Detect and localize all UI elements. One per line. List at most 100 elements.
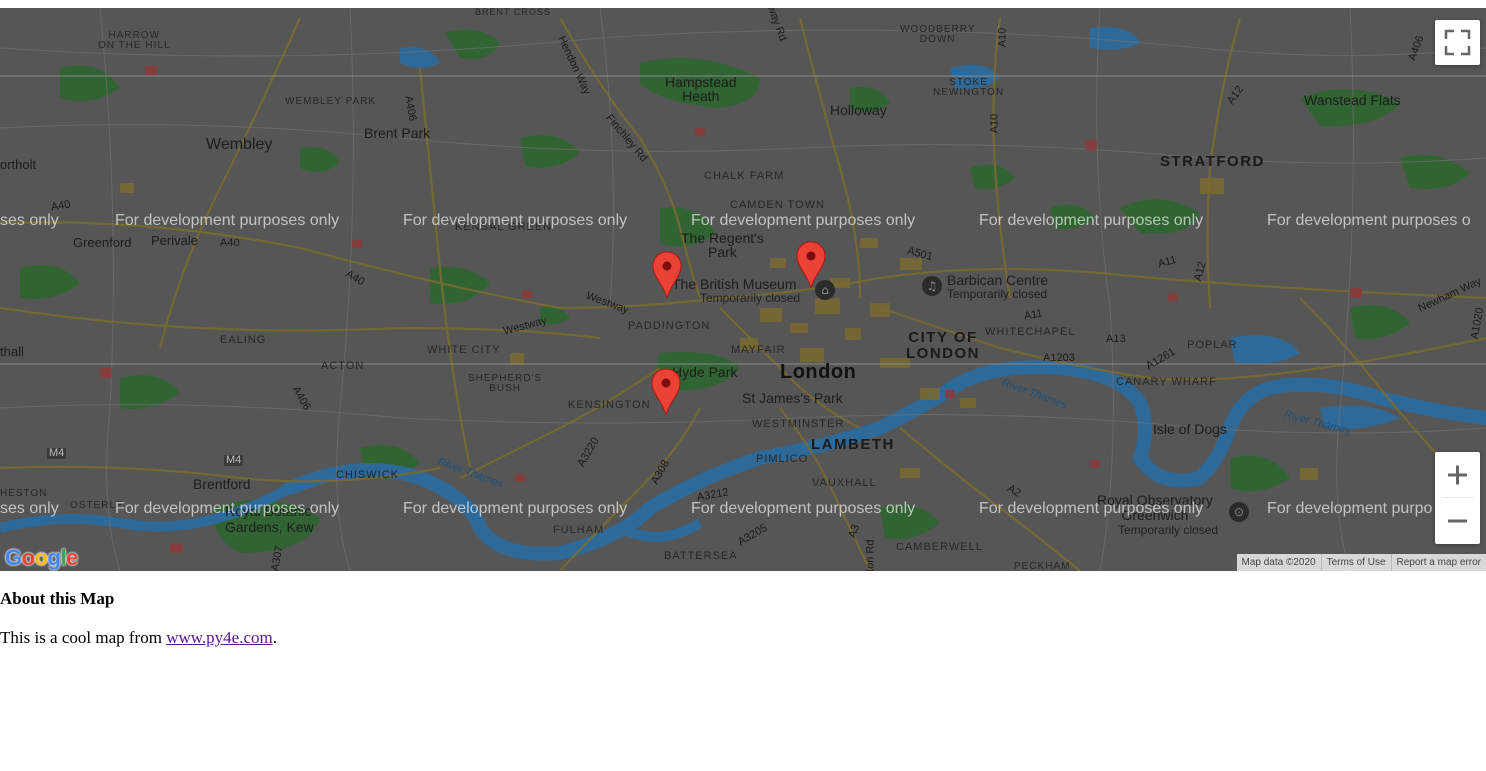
place-label-british-museum-status: Temporarily closed — [700, 291, 801, 305]
place-label-battersea: BATTERSEA — [664, 550, 738, 562]
place-label-camden-town: CAMDEN TOWN — [730, 199, 825, 211]
place-label-southall: thall — [0, 344, 24, 359]
dev-watermark: For development purposes only — [691, 500, 916, 517]
place-label-canary-wharf: CANARY WHARF — [1116, 376, 1217, 388]
dev-watermark: For development purposes only — [115, 212, 340, 229]
about-text-suffix: . — [272, 628, 277, 647]
road-label-m4: M4 — [224, 454, 244, 466]
place-label-paddington: PADDINGTON — [628, 320, 711, 332]
fullscreen-icon — [1444, 29, 1471, 56]
observatory-icon: ⊙ — [1229, 502, 1249, 522]
place-label-harrow: HARROW ON THE HILL — [98, 30, 171, 51]
map-attribution: Map data ©2020 Terms of Use Report a map… — [1236, 554, 1486, 571]
map-pin-icon — [652, 251, 682, 299]
dev-watermark: For development purposes only — [979, 500, 1204, 517]
place-label-royal-observatory-status: Temporarily closed — [1118, 523, 1219, 537]
place-label-white-city: WHITE CITY — [427, 344, 501, 356]
road-label-a13: A13 — [1106, 333, 1126, 345]
place-label-kensington: KENSINGTON — [568, 399, 651, 411]
place-label-northolt: ortholt — [0, 157, 37, 172]
report-map-error-link[interactable]: Report a map error — [1390, 554, 1486, 571]
google-logo-letter: o — [34, 545, 48, 570]
road-label-m4: M4 — [47, 447, 67, 459]
place-label-hampstead-heath: Hampstead Heath — [665, 74, 737, 104]
dev-watermark: For development purposes o — [1267, 212, 1471, 229]
google-logo-letter: g — [47, 545, 61, 570]
zoom-control — [1435, 452, 1480, 544]
dev-watermark: For development purposes only — [403, 500, 628, 517]
google-logo-letter: e — [66, 545, 78, 570]
place-label-camberwell: CAMBERWELL — [896, 541, 983, 553]
place-label-st-james-park: St James's Park — [742, 390, 843, 406]
place-label-poplar: POPLAR — [1187, 339, 1238, 351]
place-label-pimlico: PIMLICO — [756, 453, 809, 465]
place-label-fulham: FULHAM — [553, 524, 605, 536]
place-label-barbican-centre: Barbican Centre — [947, 272, 1049, 288]
dev-watermark: For development purposes only — [403, 212, 628, 229]
place-label-whitechapel: WHITECHAPEL — [985, 326, 1076, 338]
map-marker[interactable] — [651, 368, 681, 416]
terms-of-use-link[interactable]: Terms of Use — [1320, 554, 1391, 571]
place-label-chalk-farm: CHALK FARM — [704, 170, 785, 182]
road-label-a40: A40 — [220, 237, 240, 249]
dev-watermark: For development purpo — [1267, 500, 1433, 517]
place-label-wembley-park: WEMBLEY PARK — [285, 96, 377, 107]
place-label-mayfair: MAYFAIR — [731, 344, 786, 356]
place-label-heston: HESTON — [0, 488, 48, 499]
dev-watermark: For development purposes only — [979, 212, 1204, 229]
place-label-london: London — [780, 361, 857, 383]
google-logo-letter: G — [5, 545, 22, 570]
minus-icon — [1448, 519, 1467, 523]
place-label-stratford: STRATFORD — [1160, 153, 1265, 170]
place-label-brent-cross: BRENT CROSS — [475, 8, 551, 17]
place-label-wembley: Wembley — [206, 136, 273, 153]
place-label-isle-of-dogs: Isle of Dogs — [1153, 421, 1227, 437]
road-label-a1203: A1203 — [1043, 352, 1075, 364]
map-pin-icon — [651, 368, 681, 416]
place-label-regents-park: The Regent's Park — [681, 230, 764, 260]
place-label-lambeth: LAMBETH — [811, 436, 895, 453]
road-label-a10: A10 — [988, 113, 1001, 134]
dev-watermark: ses only — [0, 212, 59, 229]
place-label-westminster: WESTMINSTER — [752, 418, 845, 430]
place-label-hyde-park: Hyde Park — [672, 364, 738, 380]
place-label-brentford: Brentford — [193, 476, 251, 492]
dev-watermark: For development purposes only — [691, 212, 916, 229]
dev-watermark: For development purposes only — [115, 500, 340, 517]
place-label-perivale: Perivale — [151, 233, 198, 248]
about-text: This is a cool map from www.py4e.com. — [0, 628, 277, 648]
place-label-ealing: EALING — [220, 334, 267, 346]
map-data-attribution: Map data ©2020 — [1236, 554, 1321, 571]
place-label-stoke-newington: STOKE NEWINGTON — [933, 77, 1005, 98]
place-label-greenford: Greenford — [73, 235, 132, 250]
place-label-woodberry-down: WOODBERRY DOWN — [900, 24, 976, 45]
dev-watermark: ses only — [0, 500, 59, 517]
map-container[interactable]: HARROW ON THE HILL WEMBLEY PARK Wembley … — [0, 8, 1486, 571]
place-label-peckham: PECKHAM — [1014, 561, 1071, 572]
map-marker[interactable] — [652, 251, 682, 299]
map-pin-icon — [796, 241, 826, 289]
about-text-prefix: This is a cool map from — [0, 628, 167, 647]
venue-icon: ♫ — [922, 276, 942, 296]
plus-icon — [1448, 465, 1467, 485]
place-label-acton: ACTON — [321, 360, 365, 372]
place-label-barbican-status: Temporarily closed — [947, 287, 1048, 301]
about-heading: About this Map — [0, 589, 115, 608]
google-logo-letter: o — [21, 545, 35, 570]
place-label-chiswick: CHISWICK — [336, 469, 399, 481]
road-label-a10: A10 — [996, 27, 1009, 48]
zoom-in-button[interactable] — [1435, 452, 1480, 498]
place-label-brent-park: Brent Park — [364, 125, 431, 141]
place-label-holloway: Holloway — [830, 102, 887, 118]
google-logo[interactable]: Google — [5, 547, 78, 569]
place-label-british-museum: The British Museum — [672, 276, 797, 292]
place-label-vauxhall: VAUXHALL — [812, 477, 877, 489]
map-marker[interactable] — [796, 241, 826, 289]
place-label-city-of-london: CITY OF LONDON — [906, 329, 980, 362]
place-label-shepherds-bush: SHEPHERD'S BUSH — [468, 373, 543, 394]
py4e-link[interactable]: www.py4e.com — [166, 628, 273, 647]
place-label-wanstead-flats: Wanstead Flats — [1304, 92, 1401, 108]
fullscreen-button[interactable] — [1435, 20, 1480, 65]
zoom-out-button[interactable] — [1435, 498, 1480, 544]
road-label-kton-rd: kton Rd — [864, 539, 877, 571]
